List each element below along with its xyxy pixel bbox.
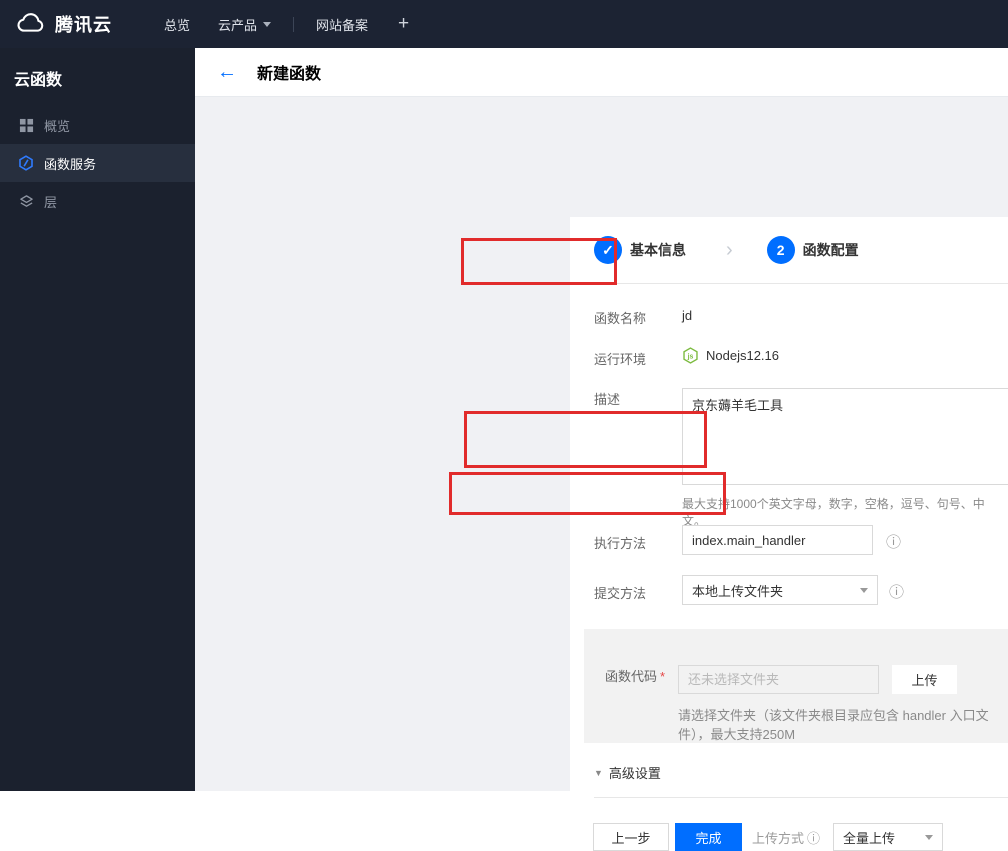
runtime-value-row: js Nodejs12.16 — [682, 347, 779, 364]
handler-info-icon[interactable]: ⓘ — [886, 531, 901, 552]
function-code-label: 函数代码 * — [605, 666, 665, 685]
footer-actions: 上一步 完成 上传方式 ⓘ 全量上传 — [593, 823, 944, 851]
step2-number: 2 — [766, 236, 795, 264]
content-canvas: ✓ 基本信息 › 2 函数配置 函数名称 jd 运行环境 js Nodejs12… — [195, 97, 1008, 851]
sidebar: 云函数 概览 函数服务 层 — [0, 48, 195, 791]
hexagon-function-icon — [18, 155, 34, 171]
required-asterisk: * — [660, 669, 666, 684]
add-nav-tab-icon[interactable]: + — [382, 13, 425, 35]
description-hint: 最大支持1000个英文字母，数字，空格，逗号、句号、中文。 — [682, 497, 985, 528]
description-label: 描述 — [594, 392, 621, 407]
upload-mode-value: 全量上传 — [843, 830, 896, 846]
upload-mode-select[interactable]: 全量上传 — [833, 823, 944, 851]
brand-name: 腾讯云 — [55, 15, 112, 35]
sidebar-item-overview[interactable]: 概览 — [0, 106, 195, 144]
brand[interactable]: 腾讯云 — [14, 11, 112, 37]
sidebar-item-layers[interactable]: 层 — [0, 182, 195, 220]
submit-method-label: 提交方法 — [594, 586, 647, 601]
advanced-settings-label: 高级设置 — [608, 766, 661, 781]
submit-method-info-icon[interactable]: ⓘ — [889, 581, 904, 602]
handler-input[interactable] — [682, 525, 873, 555]
nav-overview[interactable]: 总览 — [150, 0, 204, 48]
nav-cloud-products[interactable]: 云产品 — [204, 0, 285, 48]
submit-method-value: 本地上传文件夹 — [692, 583, 784, 599]
function-code-hint: 请选择文件夹（该文件夹根目录应包含 handler 入口文件），最大支持250M — [678, 708, 989, 742]
folder-path-input[interactable] — [678, 665, 879, 694]
runtime-value: Nodejs12.16 — [706, 348, 779, 363]
page-title: 新建函数 — [257, 66, 322, 83]
nav-cloud-products-label: 云产品 — [218, 17, 258, 33]
advanced-settings-toggle[interactable]: ▼ 高级设置 — [594, 763, 661, 782]
nav-overview-label: 总览 — [164, 17, 191, 33]
function-code-section: 函数代码* 上传 请选择文件夹（该文件夹根目录应包含 handler 入口文件）… — [584, 629, 1008, 743]
top-navigation: 总览 云产品 网站备案 + — [150, 0, 425, 48]
sidebar-title: 云函数 — [14, 72, 63, 89]
grid-icon — [18, 117, 34, 133]
create-function-card: ✓ 基本信息 › 2 函数配置 函数名称 jd 运行环境 js Nodejs12… — [570, 217, 1008, 851]
chevron-down-icon — [860, 587, 868, 593]
upload-mode-label-text: 上传方式 — [752, 830, 805, 846]
function-name-label: 函数名称 — [594, 311, 647, 326]
sidebar-item-label: 函数服务 — [44, 156, 97, 172]
step1-check-icon: ✓ — [594, 236, 622, 264]
runtime-label: 运行环境 — [594, 352, 647, 367]
topbar: 腾讯云 总览 云产品 网站备案 + — [0, 0, 1008, 48]
step-separator-icon: › — [726, 238, 733, 261]
handler-label: 执行方法 — [594, 536, 647, 551]
previous-step-button[interactable]: 上一步 — [593, 823, 669, 851]
step-indicator: ✓ 基本信息 › 2 函数配置 — [594, 235, 859, 265]
submit-method-select[interactable]: 本地上传文件夹 — [682, 575, 878, 605]
nav-icp-filing[interactable]: 网站备案 — [302, 0, 382, 48]
function-name-value: jd — [682, 308, 693, 323]
caret-down-icon: ▼ — [594, 767, 603, 778]
upload-mode-info-icon[interactable]: ⓘ — [807, 828, 820, 847]
finish-button[interactable]: 完成 — [675, 823, 742, 851]
chevron-down-icon — [263, 21, 272, 27]
steps-divider — [594, 283, 1008, 284]
upload-mode-label: 上传方式 ⓘ — [752, 828, 820, 847]
sidebar-item-function-service[interactable]: 函数服务 — [0, 144, 195, 182]
back-arrow-icon[interactable]: ← — [217, 62, 237, 82]
description-textarea[interactable]: 京东薅羊毛工具 — [682, 388, 1008, 485]
layers-icon — [18, 193, 34, 209]
nav-icp-filing-label: 网站备案 — [316, 17, 369, 33]
sidebar-item-label: 概览 — [44, 118, 71, 134]
chevron-down-icon — [925, 834, 934, 840]
upload-button[interactable]: 上传 — [892, 665, 957, 694]
step1-label: 基本信息 — [630, 242, 686, 258]
function-code-label-text: 函数代码 — [605, 669, 658, 684]
step2-label: 函数配置 — [802, 242, 859, 258]
nodejs-icon-text: js — [687, 353, 694, 360]
nav-divider — [293, 16, 295, 32]
footer-divider — [594, 797, 1008, 798]
page-header: ← 新建函数 — [195, 48, 1008, 97]
sidebar-item-label: 层 — [44, 194, 58, 210]
tencent-cloud-logo-icon — [17, 12, 44, 32]
nodejs-icon: js — [683, 347, 698, 364]
